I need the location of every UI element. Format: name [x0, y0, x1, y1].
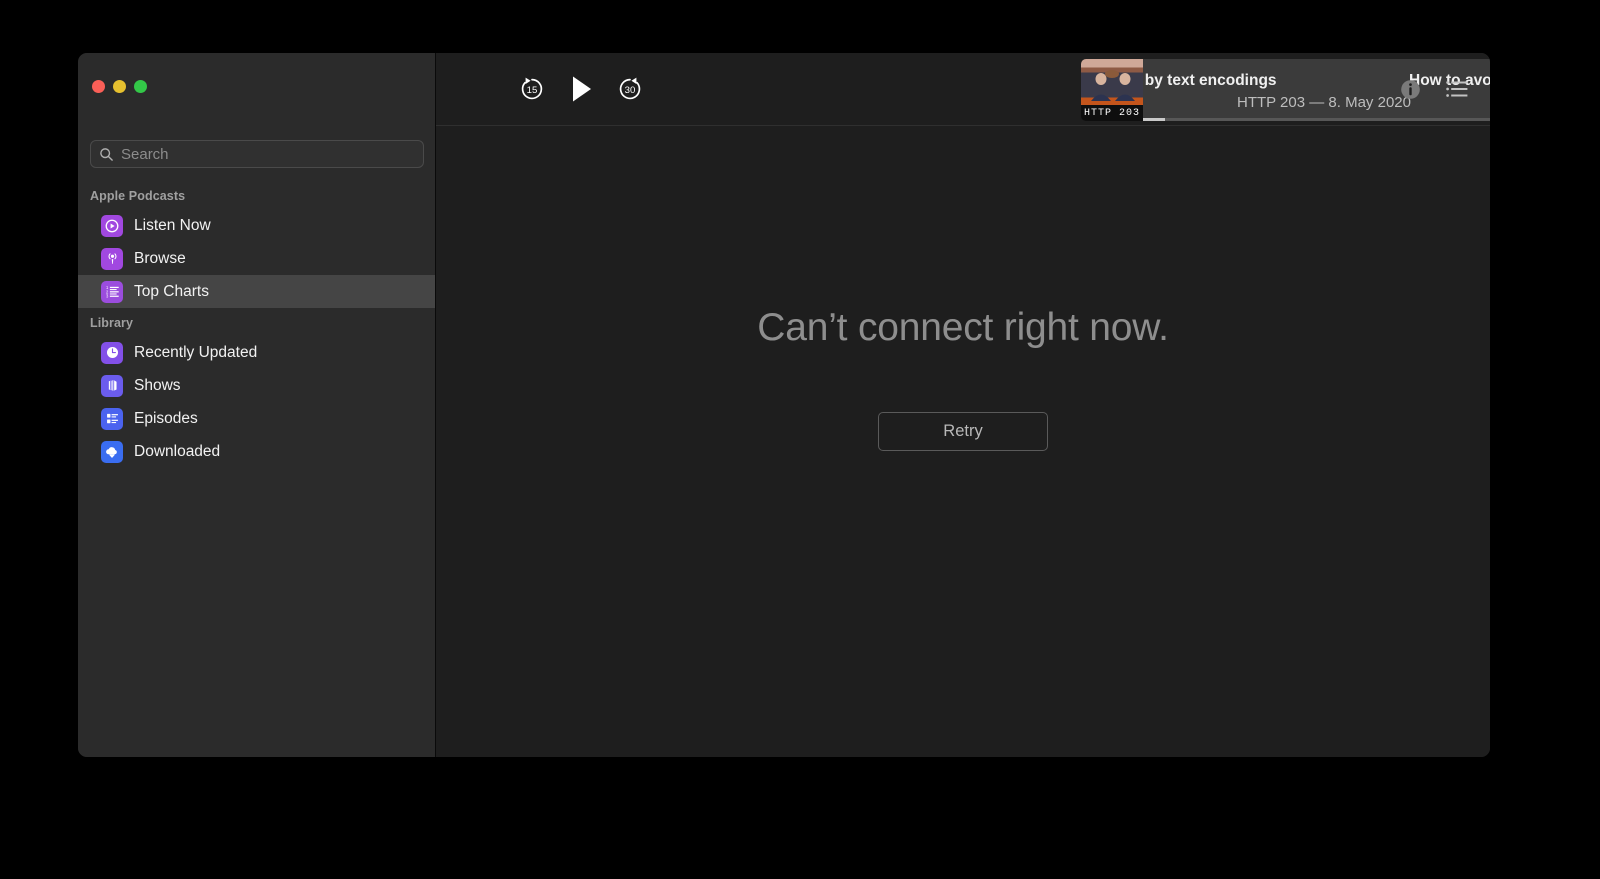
search-input[interactable]	[121, 145, 415, 163]
main-pane: 15 30 HTTP 203 d by text encodings How t…	[436, 53, 1490, 757]
sidebar-nav: Apple Podcasts Listen Now Browse 1 2 3 T…	[78, 181, 435, 468]
play-button[interactable]	[564, 72, 598, 106]
sidebar-item-recently-updated[interactable]: Recently Updated	[78, 336, 435, 369]
skip-forward-30-button[interactable]: 30	[615, 74, 645, 104]
section-header-apple-podcasts: Apple Podcasts	[90, 189, 186, 203]
screen: Apple Podcasts Listen Now	[0, 0, 1600, 879]
content-area: Can’t connect right now. Retry	[436, 126, 1490, 757]
maximize-button[interactable]	[134, 80, 147, 93]
speaker-waves-icon[interactable]	[1489, 78, 1490, 100]
playback-progress-fill	[1143, 118, 1165, 121]
empty-state-title: Can’t connect right now.	[757, 306, 1169, 349]
svg-text:15: 15	[527, 85, 538, 96]
volume-control	[1489, 53, 1490, 125]
ranked-list-icon: 1 2 3	[101, 280, 123, 303]
minimize-button[interactable]	[113, 80, 126, 93]
artwork-label: HTTP 203	[1081, 105, 1143, 121]
sidebar-item-top-charts[interactable]: 1 2 3 Top Charts	[78, 275, 435, 308]
play-circle-icon	[101, 214, 123, 237]
skip-back-15-button[interactable]: 15	[517, 74, 547, 104]
sidebar-item-listen-now[interactable]: Listen Now	[78, 209, 435, 242]
retry-button[interactable]: Retry	[878, 412, 1048, 451]
section-header-library: Library	[90, 316, 134, 330]
sidebar-item-label: Top Charts	[134, 282, 209, 300]
search-field[interactable]	[90, 140, 424, 168]
transport-controls: 15 30	[517, 72, 645, 106]
sidebar-item-label: Downloaded	[134, 442, 221, 460]
sidebar-item-label: Episodes	[134, 409, 198, 427]
sidebar: Apple Podcasts Listen Now	[78, 53, 436, 757]
artwork-people-illustration	[1091, 70, 1135, 101]
info-button[interactable]	[1400, 79, 1421, 100]
sidebar-item-browse[interactable]: Browse	[78, 242, 435, 275]
sidebar-item-label: Listen Now	[134, 216, 211, 234]
sidebar-item-label: Browse	[134, 249, 186, 267]
books-icon	[101, 374, 123, 397]
podcast-icon	[101, 247, 123, 270]
podcasts-window: Apple Podcasts Listen Now	[78, 53, 1490, 757]
episode-title-left: d by text encodings	[1143, 71, 1277, 89]
episode-artwork: HTTP 203	[1081, 59, 1143, 121]
search-icon	[99, 147, 114, 162]
svg-text:3: 3	[105, 294, 108, 299]
toolbar-right-icons	[1400, 53, 1468, 125]
sidebar-item-downloaded[interactable]: Downloaded	[78, 435, 435, 468]
close-button[interactable]	[92, 80, 105, 93]
sidebar-item-shows[interactable]: Shows	[78, 369, 435, 402]
sidebar-item-label: Recently Updated	[134, 343, 258, 361]
queue-button[interactable]	[1446, 80, 1468, 98]
sidebar-item-label: Shows	[134, 376, 181, 394]
list-episodes-icon	[101, 407, 123, 430]
window-controls	[92, 80, 147, 93]
clock-icon	[101, 341, 123, 364]
sidebar-item-episodes[interactable]: Episodes	[78, 402, 435, 435]
player-toolbar: 15 30 HTTP 203 d by text encodings How t…	[436, 53, 1490, 126]
cloud-download-icon	[101, 440, 123, 463]
svg-text:30: 30	[625, 85, 636, 96]
